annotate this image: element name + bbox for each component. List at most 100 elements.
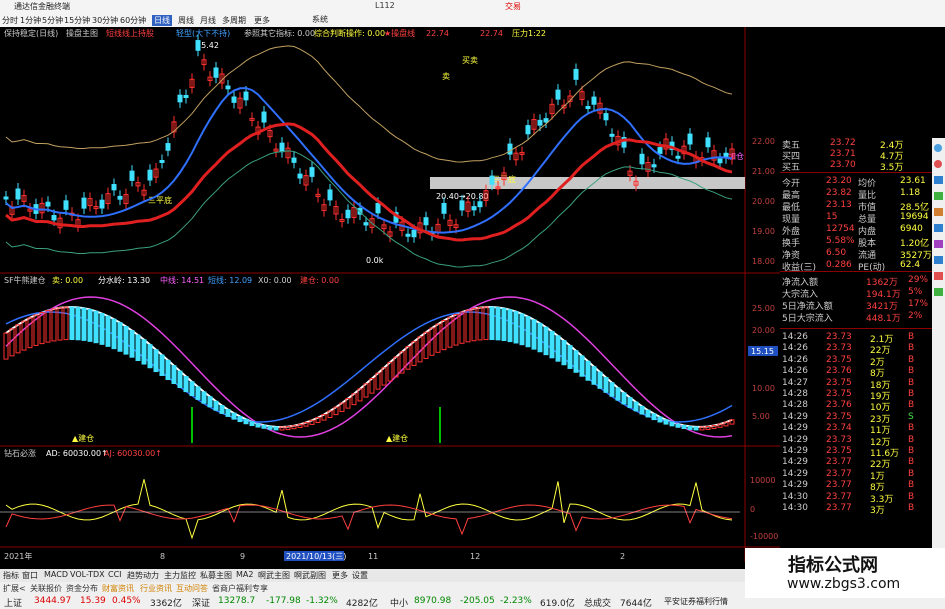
divider — [780, 271, 932, 272]
news-item-2[interactable]: 资金分布 — [66, 583, 98, 594]
bottom-tab-2[interactable]: MACD — [44, 570, 68, 579]
menu-item-7[interactable]: 系统 — [312, 14, 328, 25]
candle-body — [165, 143, 171, 151]
osc-bar — [117, 322, 123, 352]
osc-bar — [387, 361, 393, 382]
support-line — [5, 150, 733, 268]
p1-ytick-3: 19.00 — [752, 227, 775, 236]
candle-body — [717, 158, 723, 164]
bottom-tab-3[interactable]: VOL-TDX — [70, 570, 105, 579]
chart-area[interactable]: 保持稳定(日线) 操盘主图 短线线上持股 轻型(大下不持) 参照其它指标: 0.… — [0, 27, 780, 562]
period-bar: 分时 1分钟 5分钟 15分钟 30分钟 60分钟 日线 周线 月线 多周期 更… — [0, 14, 300, 27]
title-bar: 通达信金融终端 L112 交易 — [0, 0, 945, 13]
sidebar-icon-5[interactable] — [934, 224, 943, 232]
bottom-tab-4[interactable]: CCI — [108, 570, 122, 579]
osc-bar — [171, 365, 177, 385]
sidebar-icon-9[interactable] — [934, 288, 943, 296]
candle-body — [543, 118, 549, 123]
osc-bar — [219, 405, 225, 414]
sidebar-icon-8[interactable] — [934, 272, 943, 280]
sidebar-icon-4[interactable] — [934, 208, 943, 216]
period-tab-8[interactable]: 月线 — [200, 15, 216, 26]
index-name-0[interactable]: 上证 — [4, 596, 22, 609]
chart-draw-layer — [0, 34, 740, 540]
sidebar-icon-1[interactable] — [934, 160, 942, 168]
index-name-2[interactable]: 中小 — [390, 596, 408, 609]
period-tab-3[interactable]: 15分钟 — [64, 15, 90, 26]
tick-price: 23.75 — [826, 446, 852, 456]
period-tab-5[interactable]: 60分钟 — [120, 15, 146, 26]
osc-bar — [147, 344, 153, 369]
p1-ytick-4: 18.00 — [752, 257, 775, 266]
info-value: 19694 — [900, 212, 929, 222]
info-value: 23.82 — [826, 188, 852, 198]
info-value: 1.18 — [900, 188, 921, 198]
bottom-tab-12[interactable]: 设置 — [352, 570, 368, 581]
kline-chart-svg[interactable]: 保持稳定(日线) 操盘主图 短线线上持股 轻型(大下不持) 参照其它指标: 0.… — [0, 27, 780, 562]
news-item-5[interactable]: 互动问答 — [176, 583, 208, 594]
panel3-label[interactable]: 钻石必涨 — [4, 448, 36, 458]
panel1-text-5: 22.74 — [426, 29, 449, 38]
bottom-tab-5[interactable]: 趋势动力 — [127, 570, 159, 581]
candle-body — [309, 167, 315, 177]
candle-body — [195, 40, 201, 51]
sidebar-icon-6[interactable] — [934, 240, 943, 248]
osc-bar — [501, 307, 507, 342]
period-tab-1[interactable]: 1分钟 — [20, 15, 41, 26]
period-tab-0[interactable]: 分时 — [2, 15, 18, 26]
osc-bar — [549, 330, 555, 359]
period-tab-9[interactable]: 多周期 — [222, 15, 246, 26]
tick-time: 14:26 — [782, 343, 808, 354]
bottom-tab-10[interactable]: 啊武副图 — [294, 570, 326, 581]
panel2-label[interactable]: SF牛熊建仓 — [4, 275, 46, 285]
candle-body — [591, 96, 597, 105]
pressure-band — [430, 177, 745, 189]
bottom-tab-1[interactable]: 窗口 — [22, 570, 38, 581]
news-item-0[interactable]: 扩展< — [3, 583, 26, 594]
right-sidebar — [932, 138, 945, 609]
index-name-1[interactable]: 深证 — [192, 596, 210, 609]
bottom-tab-8[interactable]: MA2 — [236, 570, 253, 579]
news-item-6[interactable]: 省商户福利专享 — [212, 583, 268, 594]
sidebar-icon-2[interactable] — [934, 176, 943, 184]
period-tab-7[interactable]: 周线 — [178, 15, 194, 26]
period-tab-2[interactable]: 5分钟 — [42, 15, 63, 26]
candle-body — [183, 94, 189, 98]
tick-time: 14:29 — [782, 480, 808, 491]
tick-price: 23.75 — [826, 354, 852, 365]
news-item-1[interactable]: 关联报价 — [30, 583, 62, 594]
info-value: 12754 — [826, 224, 855, 234]
bottom-tab-9[interactable]: 啊武主图 — [258, 570, 290, 581]
annot-cheap: 三平底 — [148, 195, 172, 205]
panel1-text-4: ★操盘线 — [384, 28, 415, 38]
bottom-tab-0[interactable]: 指标 — [3, 570, 19, 581]
news-item-4[interactable]: 行业资讯 — [140, 583, 172, 594]
sidebar-icon-0[interactable] — [934, 144, 942, 152]
tick-direction: B — [908, 389, 915, 399]
index-pct-0: 0.45% — [112, 596, 141, 606]
tick-direction: B — [908, 457, 915, 468]
osc-bar — [627, 397, 633, 408]
tick-price: 23.77 — [826, 468, 852, 479]
osc-bar — [531, 319, 537, 350]
annot-low: 0.0k — [366, 256, 384, 265]
bottom-tab-6[interactable]: 主力监控 — [164, 570, 196, 581]
sidebar-icon-7[interactable] — [934, 256, 943, 264]
candle-body — [651, 164, 657, 168]
sidebar-icon-3[interactable] — [934, 192, 943, 200]
p2-ytick-0: 25.00 — [752, 304, 775, 313]
period-tab-6[interactable]: 日线 — [152, 15, 172, 26]
period-tab-10[interactable]: 更多 — [254, 15, 270, 26]
period-tab-4[interactable]: 30分钟 — [92, 15, 118, 26]
osc-bar — [621, 392, 627, 405]
osc-bar — [141, 339, 147, 365]
total-label: 总成交 — [584, 599, 612, 609]
candle-body — [147, 169, 153, 181]
news-item-3[interactable]: 财富资讯 — [102, 583, 134, 594]
bottom-tab-7[interactable]: 私募主图 — [200, 570, 232, 581]
bottom-tab-11[interactable]: 更多 — [332, 570, 348, 581]
panel1-indicator-name[interactable]: 操盘主图 — [66, 28, 98, 38]
tick-price: 23.74 — [826, 423, 852, 434]
trade-button[interactable]: 交易 — [505, 1, 521, 12]
promo-text[interactable]: 平安证券福利行情 — [664, 596, 728, 607]
